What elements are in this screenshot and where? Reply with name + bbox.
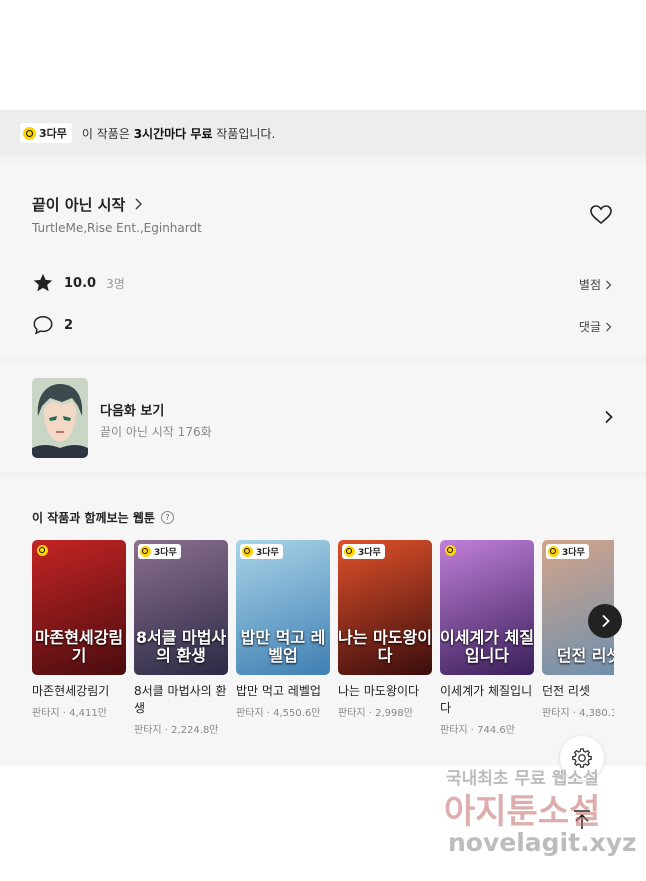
- free-badge-label: 3다무: [358, 548, 381, 558]
- rating-score: 10.0: [64, 275, 97, 291]
- free-badge-label: 3다무: [39, 127, 67, 140]
- rating-link[interactable]: 별점: [579, 276, 612, 293]
- heart-icon[interactable]: [589, 203, 613, 227]
- cover-title-text: 마존현세강림기: [34, 628, 124, 665]
- cover-title-text: 밥만 먹고 레벨업: [240, 628, 326, 665]
- watermark-line2: 아지툰소설: [444, 792, 601, 832]
- recommendation-meta: 판타지 · 2,998만: [338, 708, 413, 719]
- cover-title-text: 나는 마도왕이다: [338, 628, 432, 665]
- next-episode-card[interactable]: [0, 362, 646, 472]
- clock-icon: [37, 545, 48, 556]
- clock-icon: [140, 546, 151, 557]
- recommendation-item[interactable]: 마존현세강림기 마존현세강림기 판타지 · 4,411만: [32, 540, 126, 719]
- clock-icon: [548, 546, 559, 557]
- recommendation-item[interactable]: 3다무 밥만 먹고 레벨업 밥만 먹고 레벨업 판타지 · 4,550.6만: [236, 540, 330, 719]
- comment-icon: [33, 316, 53, 335]
- recommendation-heading: 이 작품과 함께보는 웹툰 ?: [32, 509, 174, 526]
- next-episode-title: 다음화 보기: [100, 404, 165, 419]
- cover-title-text: 8서클 마법사의 환생: [135, 628, 227, 665]
- next-episode-thumbnail: [32, 378, 88, 458]
- recommendation-heading-text: 이 작품과 함께보는 웹툰: [32, 511, 155, 525]
- chevron-right-icon: [606, 322, 612, 331]
- clock-icon: [242, 546, 253, 557]
- recommendation-title: 던전 리셋: [542, 684, 590, 698]
- comment-link-label: 댓글: [578, 320, 601, 334]
- chevron-right-icon: [135, 198, 143, 210]
- comment-row: 2: [32, 314, 73, 336]
- series-title: 끝이 아닌 시작: [32, 196, 126, 214]
- recommendation-cover[interactable]: 3다무 8서클 마법사의 환생: [134, 540, 228, 675]
- cover-title-text: 이세계가 체질입니다: [440, 628, 534, 665]
- rating-count: 3명: [106, 276, 125, 291]
- recommendation-meta: 판타지 · 4,550.6만: [236, 708, 321, 719]
- recommendation-item[interactable]: 3다무 나는 마도왕이다 나는 마도왕이다 판타지 · 2,998만: [338, 540, 432, 719]
- series-title-link[interactable]: 끝이 아닌 시작: [32, 194, 143, 215]
- recommendation-item[interactable]: 이세계가 체질입니다 이세계가 체질입니다 판타지 · 744.6만: [440, 540, 534, 736]
- recommendation-rail[interactable]: 마존현세강림기 마존현세강림기 판타지 · 4,411만 3다무 8서클 마법사의 환생…: [32, 540, 614, 750]
- recommendation-meta: 판타지 · 2,224.8만: [134, 725, 219, 736]
- recommendation-title: 마존현세강림기: [32, 684, 110, 698]
- rating-link-label: 별점: [578, 278, 601, 292]
- chevron-right-icon: [606, 280, 612, 289]
- recommendation-item[interactable]: 3다무 8서클 마법사의 환생 8서클 마법사의 환생판타지 · 2,224.8만: [134, 540, 228, 736]
- recommendation-cover[interactable]: 3다무나는 마도왕이다: [338, 540, 432, 675]
- free-badge: [444, 544, 457, 557]
- rating-row: 10.0 3명: [32, 272, 125, 294]
- recommendation-cover[interactable]: 마존현세강림기: [32, 540, 126, 675]
- free-badge: 3다무: [546, 544, 589, 559]
- recommendation-meta: 판타지 · 744.6만: [440, 725, 515, 736]
- recommendation-title: 나는 마도왕이다: [338, 684, 420, 698]
- chevron-right-icon: [601, 614, 610, 628]
- recommendation-title: 8서클 마법사의 환생: [134, 684, 227, 715]
- free-badge: 3다무: [342, 544, 385, 559]
- info-card: [0, 162, 646, 357]
- clock-icon: [344, 546, 355, 557]
- recommendation-cover[interactable]: 3다무밥만 먹고 레벨업: [236, 540, 330, 675]
- free-badge-label: 3다무: [154, 548, 177, 558]
- next-episode-subtitle: 끝이 아닌 시작 176화: [100, 425, 212, 439]
- watermark-line3: novelagit.xyz: [448, 828, 637, 857]
- recommendation-title: 이세계가 체질입니다: [440, 684, 533, 715]
- star-icon: [33, 273, 53, 292]
- banner-suffix: 작품입니다.: [212, 126, 276, 141]
- banner-bold: 3시간마다 무료: [133, 126, 213, 141]
- banner-prefix: 이 작품은: [81, 126, 134, 141]
- free-badge: [36, 544, 49, 557]
- rail-next-button[interactable]: [588, 604, 622, 638]
- banner-text: 이 작품은 3시간마다 무료 작품입니다.: [82, 125, 275, 142]
- clock-icon: [23, 126, 36, 140]
- series-authors: TurtleMe,Rise Ent.,Eginhardt: [32, 221, 202, 235]
- free-banner: 3다무 이 작품은 3시간마다 무료 작품입니다.: [0, 110, 646, 156]
- help-icon[interactable]: ?: [160, 511, 174, 524]
- cover-title-text: 던전 리셋: [556, 646, 614, 665]
- recommendation-meta: 판타지 · 4,411만: [32, 708, 107, 719]
- recommendation-meta: 판타지 · 4,380.3만: [542, 708, 614, 719]
- chevron-right-icon[interactable]: [604, 410, 613, 424]
- recommendation-cover[interactable]: 이세계가 체질입니다: [440, 540, 534, 675]
- recommendation-title: 밥만 먹고 레벨업: [236, 684, 321, 698]
- free-badge: 3다무: [20, 123, 72, 143]
- free-badge: 3다무: [240, 544, 283, 559]
- character-portrait-image: [32, 378, 88, 458]
- clock-icon: [445, 545, 456, 556]
- comment-count: 2: [64, 317, 74, 333]
- free-badge-label: 3다무: [562, 548, 585, 558]
- free-badge: 3다무: [138, 544, 181, 559]
- free-badge-label: 3다무: [256, 548, 279, 558]
- comment-link[interactable]: 댓글: [579, 318, 612, 335]
